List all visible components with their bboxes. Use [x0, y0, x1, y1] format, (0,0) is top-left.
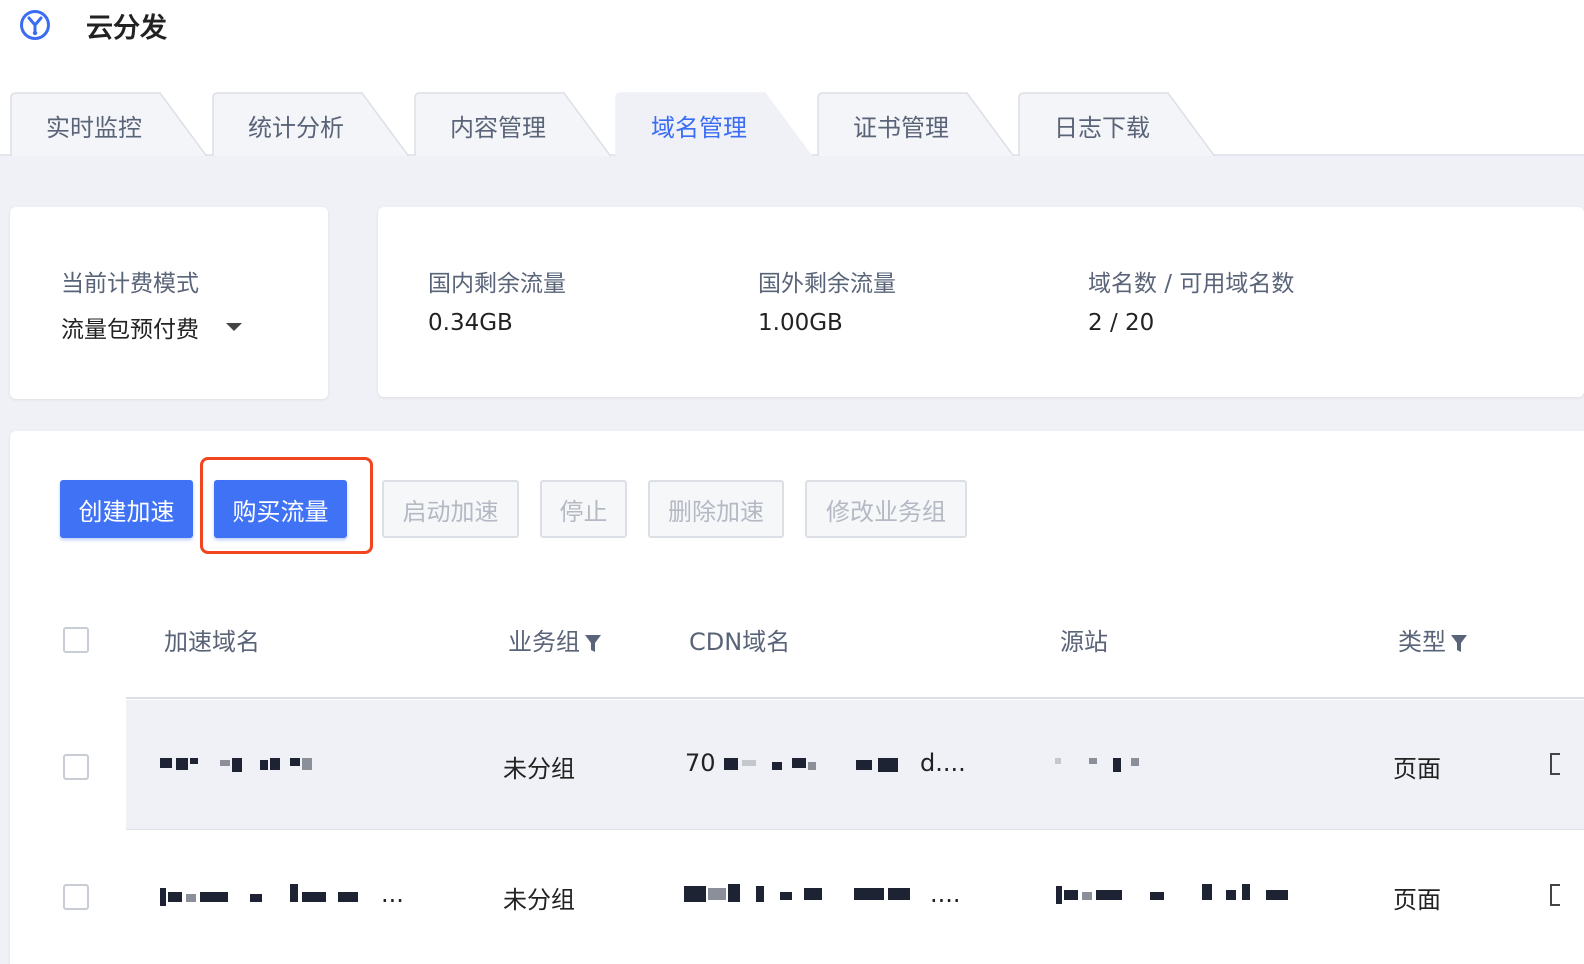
billing-mode-label: 当前计费模式 [61, 271, 199, 297]
tab-label: 日志下载 [1054, 114, 1150, 142]
redacted-domain [160, 884, 380, 906]
filter-icon[interactable] [584, 632, 602, 654]
app-title: 云分发 [86, 13, 167, 44]
overseas-traffic-label: 国外剩余流量 [758, 271, 896, 297]
column-header-label: 类型 [1398, 628, 1446, 656]
billing-mode-value: 流量包预付费 [61, 317, 199, 343]
tab-bar: 实时监控 统计分析 内容管理 域名管理 证书管理 日志下载 [0, 88, 1584, 158]
column-header-label: 业务组 [508, 628, 580, 656]
select-all-checkbox[interactable] [63, 627, 89, 653]
chevron-down-icon [226, 323, 242, 331]
tab-content-management[interactable]: 内容管理 [414, 92, 613, 158]
cdn-domain-prefix: 70 [685, 749, 716, 777]
create-acceleration-button[interactable]: 创建加速 [60, 480, 193, 538]
column-header-domain: 加速域名 [164, 628, 260, 656]
type-cell: 页面 [1393, 755, 1441, 783]
tab-label: 域名管理 [651, 114, 747, 142]
group-cell: 未分组 [503, 886, 575, 914]
cloud-distribution-logo-icon [20, 10, 50, 40]
tab-domain-management[interactable]: 域名管理 [615, 92, 814, 158]
tab-statistics[interactable]: 统计分析 [212, 92, 411, 158]
filter-icon[interactable] [1450, 632, 1468, 654]
column-header-cdn-domain: CDN域名 [689, 628, 791, 656]
cdn-domain-suffix: d.... [920, 749, 966, 777]
billing-mode-select[interactable]: 流量包预付费 [61, 310, 251, 344]
domain-suffix: ... [381, 880, 404, 908]
row-checkbox[interactable] [63, 884, 89, 910]
column-header-group[interactable]: 业务组 [508, 622, 602, 657]
modify-group-button[interactable]: 修改业务组 [805, 480, 967, 538]
type-cell: 页面 [1393, 886, 1441, 914]
start-acceleration-button[interactable]: 启动加速 [382, 480, 519, 538]
cdn-domain-suffix: .... [930, 880, 961, 908]
app-header: 云分发 [0, 0, 1584, 60]
redacted-origin [1056, 882, 1296, 904]
column-header-origin: 源站 [1060, 628, 1108, 656]
redacted-cdn-domain [720, 756, 920, 772]
tab-log-download[interactable]: 日志下载 [1018, 92, 1217, 158]
stop-button[interactable]: 停止 [540, 480, 627, 538]
redacted-cdn-domain [684, 882, 934, 904]
delete-acceleration-button[interactable]: 删除加速 [648, 480, 784, 538]
row-checkbox[interactable] [63, 754, 89, 780]
column-header-type[interactable]: 类型 [1398, 622, 1468, 657]
tab-label: 证书管理 [853, 114, 949, 142]
group-cell: 未分组 [503, 755, 575, 783]
tab-label: 统计分析 [248, 114, 344, 142]
tab-certificate-management[interactable]: 证书管理 [817, 92, 1016, 158]
action-icon[interactable] [1550, 884, 1560, 906]
tab-realtime-monitor[interactable]: 实时监控 [10, 92, 209, 158]
domain-count-value: 2 / 20 [1088, 310, 1155, 336]
billing-mode-card [10, 207, 328, 399]
domestic-traffic-value: 0.34GB [428, 310, 513, 336]
tab-label: 内容管理 [450, 114, 546, 142]
action-icon[interactable] [1550, 753, 1560, 775]
redacted-origin [1055, 756, 1145, 772]
domain-count-label: 域名数 / 可用域名数 [1088, 271, 1295, 297]
traffic-stats-card [378, 207, 1584, 397]
table-header-divider [126, 697, 1584, 699]
highlight-box [200, 457, 373, 554]
domestic-traffic-label: 国内剩余流量 [428, 271, 566, 297]
overseas-traffic-value: 1.00GB [758, 310, 843, 336]
tab-label: 实时监控 [46, 114, 142, 142]
redacted-domain [160, 756, 320, 772]
